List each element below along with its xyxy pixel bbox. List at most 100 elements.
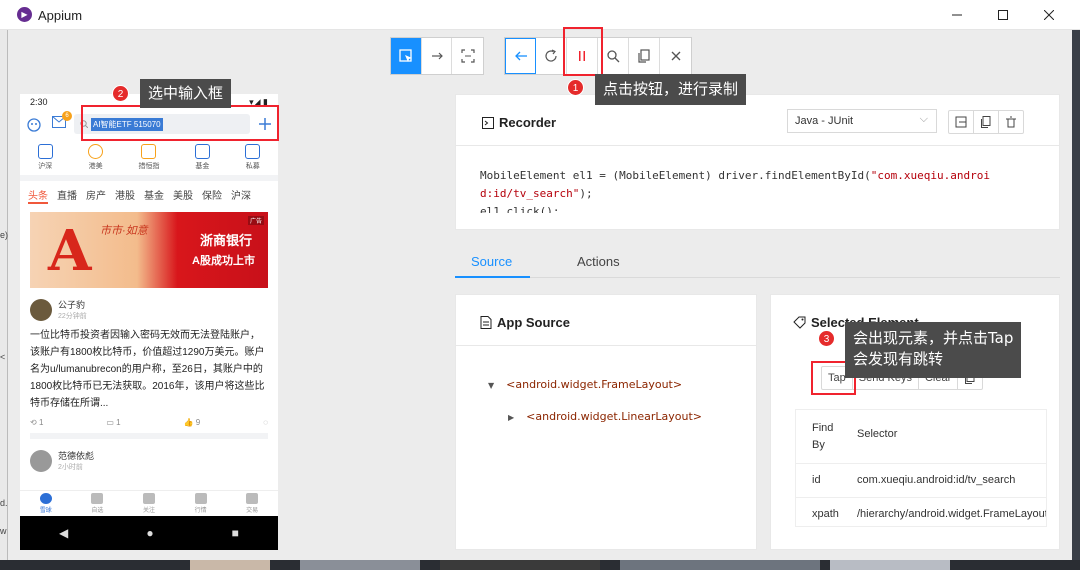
tab-us-stock[interactable]: 美股: [173, 187, 193, 204]
back-button[interactable]: [505, 38, 536, 74]
nav-item-market[interactable]: 行情: [194, 491, 207, 516]
post-time: 2小时前: [58, 464, 83, 471]
step3-line1: 会出现元素，并点击Tap: [853, 329, 1014, 347]
more-icon[interactable]: ◌: [263, 418, 268, 427]
tab-source[interactable]: Source: [471, 254, 512, 269]
post-author[interactable]: 范德依彪: [58, 449, 94, 462]
minimize-icon: [952, 14, 962, 16]
quick-item-gangmei[interactable]: 港美: [88, 144, 104, 171]
tree-node[interactable]: ▼ <android.widget.FrameLayout>: [488, 378, 682, 391]
export-icon: [955, 116, 967, 128]
quick-item-private-fund[interactable]: 私募: [245, 144, 261, 171]
appium-logo-icon: ▶: [17, 7, 32, 22]
android-nav-bar: ◀ ● ■: [20, 516, 278, 550]
search-icon: [607, 50, 620, 63]
clear-code-button[interactable]: [999, 111, 1023, 133]
tab-live[interactable]: 直播: [57, 187, 77, 204]
ad-banner[interactable]: A 市市·如意 浙商银行 A股成功上市 广告: [30, 212, 268, 288]
comment-button[interactable]: ▭ 1: [106, 418, 120, 427]
banner-logo: A: [48, 218, 92, 284]
back-arrow-icon: [514, 51, 527, 61]
recorder-divider: [456, 145, 1059, 146]
tab-headlines[interactable]: 头条: [28, 187, 48, 204]
quick-item-hushen[interactable]: 沪深: [37, 144, 53, 171]
android-recents-icon[interactable]: ■: [232, 526, 239, 540]
caret-right-icon[interactable]: ▶: [508, 413, 514, 422]
caret-down-icon[interactable]: ▼: [488, 381, 494, 390]
like-button[interactable]: 👍 9: [184, 418, 201, 427]
tag-icon: [793, 316, 806, 329]
copy-code-button[interactable]: [974, 111, 999, 133]
nav-item-watchlist[interactable]: 自选: [91, 491, 103, 516]
table-header: Find By Selector: [796, 410, 1046, 464]
avatar[interactable]: [30, 298, 52, 321]
trash-icon: [1006, 116, 1016, 128]
feed-post[interactable]: 公子豹 22分钟前 一位比特币投资者因输入密码无效而无法登陆账户，该账户有180…: [20, 292, 278, 445]
tab-hushen[interactable]: 沪深: [231, 187, 251, 204]
watchlist-icon: [91, 493, 104, 504]
table-row[interactable]: id com.xueqiu.android:id/tv_search: [796, 464, 1046, 498]
show-boilerplate-button[interactable]: [949, 111, 974, 133]
background-right-strip: [1072, 30, 1080, 570]
table-row[interactable]: xpath /hierarchy/android.widget.FrameLay…: [796, 498, 1046, 526]
terminal-icon: [482, 116, 494, 129]
android-back-icon[interactable]: ◀: [59, 526, 68, 540]
active-tab-indicator: [455, 276, 530, 278]
post-author[interactable]: 公子豹: [58, 298, 87, 311]
nav-item-follow[interactable]: 关注: [142, 491, 155, 516]
selection-toolbar: [390, 37, 484, 75]
tab-insurance[interactable]: 保险: [202, 187, 222, 204]
tab-actions[interactable]: Actions: [577, 254, 620, 269]
selector-cell[interactable]: com.xueqiu.android:id/tv_search: [857, 474, 1015, 486]
minimize-button[interactable]: [934, 0, 980, 30]
app-source-title: App Source: [480, 315, 570, 330]
step-number-badge: 3: [818, 330, 835, 347]
banner-headline: 浙商银行: [200, 233, 253, 248]
feed-post[interactable]: 范德依彪 2小时前: [20, 445, 278, 478]
tree-node[interactable]: ▶ <android.widget.LinearLayout>: [508, 410, 702, 423]
select-pointer-icon: [399, 49, 412, 62]
select-element-button[interactable]: [391, 38, 422, 74]
step3-callout: 会出现元素，并点击Tap 会发现有跳转: [845, 322, 1022, 378]
background-bottom-strip: [0, 560, 1080, 570]
message-count-badge: 6: [62, 111, 72, 121]
step2-callout: 选中输入框: [140, 79, 232, 108]
tab-fund[interactable]: 基金: [144, 187, 164, 204]
language-select-value: Java - JUnit: [795, 115, 854, 127]
bg-text-fragment: w: [0, 526, 7, 536]
nav-item-snowball[interactable]: 雪球: [39, 491, 52, 516]
quit-session-button[interactable]: [660, 38, 691, 74]
quick-entry-row: 沪深 港美 措恒指 基金 私募: [20, 138, 278, 181]
quick-item-hengzhi[interactable]: 措恒指: [138, 144, 159, 171]
close-window-button[interactable]: [1026, 0, 1072, 30]
post-time: 22分钟前: [58, 313, 87, 320]
tab-property[interactable]: 房产: [86, 187, 106, 204]
find-by-cell: xpath: [812, 508, 839, 520]
banner-subheadline: A股成功上市: [192, 255, 255, 267]
recorder-panel: Recorder Java - JUnit ⌵ MobileElement el…: [455, 94, 1060, 230]
hushen-icon: [37, 144, 53, 159]
device-screenshot[interactable]: 2:30 ▾◢ ▮ 6 AI智能ETF 515070 沪深 港美 措恒指 基金 …: [20, 94, 278, 550]
swipe-button[interactable]: [422, 38, 453, 74]
copy-xml-button[interactable]: [629, 38, 660, 74]
recorder-actions: [948, 110, 1024, 134]
language-select[interactable]: Java - JUnit ⌵: [787, 109, 937, 133]
market-icon: [194, 493, 207, 504]
refresh-icon: [545, 49, 557, 62]
bg-text-fragment: e): [0, 230, 9, 240]
repost-button[interactable]: ⟲ 1: [30, 418, 43, 427]
swipe-arrow-icon: [431, 52, 443, 60]
avatar[interactable]: [30, 449, 52, 472]
tab-hk-stock[interactable]: 港股: [115, 187, 135, 204]
nav-item-trade[interactable]: 交易: [246, 491, 258, 516]
quick-item-fund[interactable]: 基金: [194, 144, 210, 171]
step1-callout: 点击按钮，进行录制: [595, 74, 747, 105]
recorded-code[interactable]: MobileElement el1 = (MobileElement) driv…: [480, 167, 1040, 213]
app-bottom-nav: 雪球 自选 关注 行情 交易: [20, 490, 278, 516]
message-button[interactable]: 6: [52, 111, 72, 133]
snowball-mascot-icon: [27, 118, 41, 132]
android-home-icon[interactable]: ●: [146, 526, 153, 540]
maximize-button[interactable]: [980, 0, 1026, 30]
selector-cell[interactable]: /hierarchy/android.widget.FrameLayout: [857, 508, 1046, 520]
tap-coordinates-button[interactable]: [452, 38, 483, 74]
